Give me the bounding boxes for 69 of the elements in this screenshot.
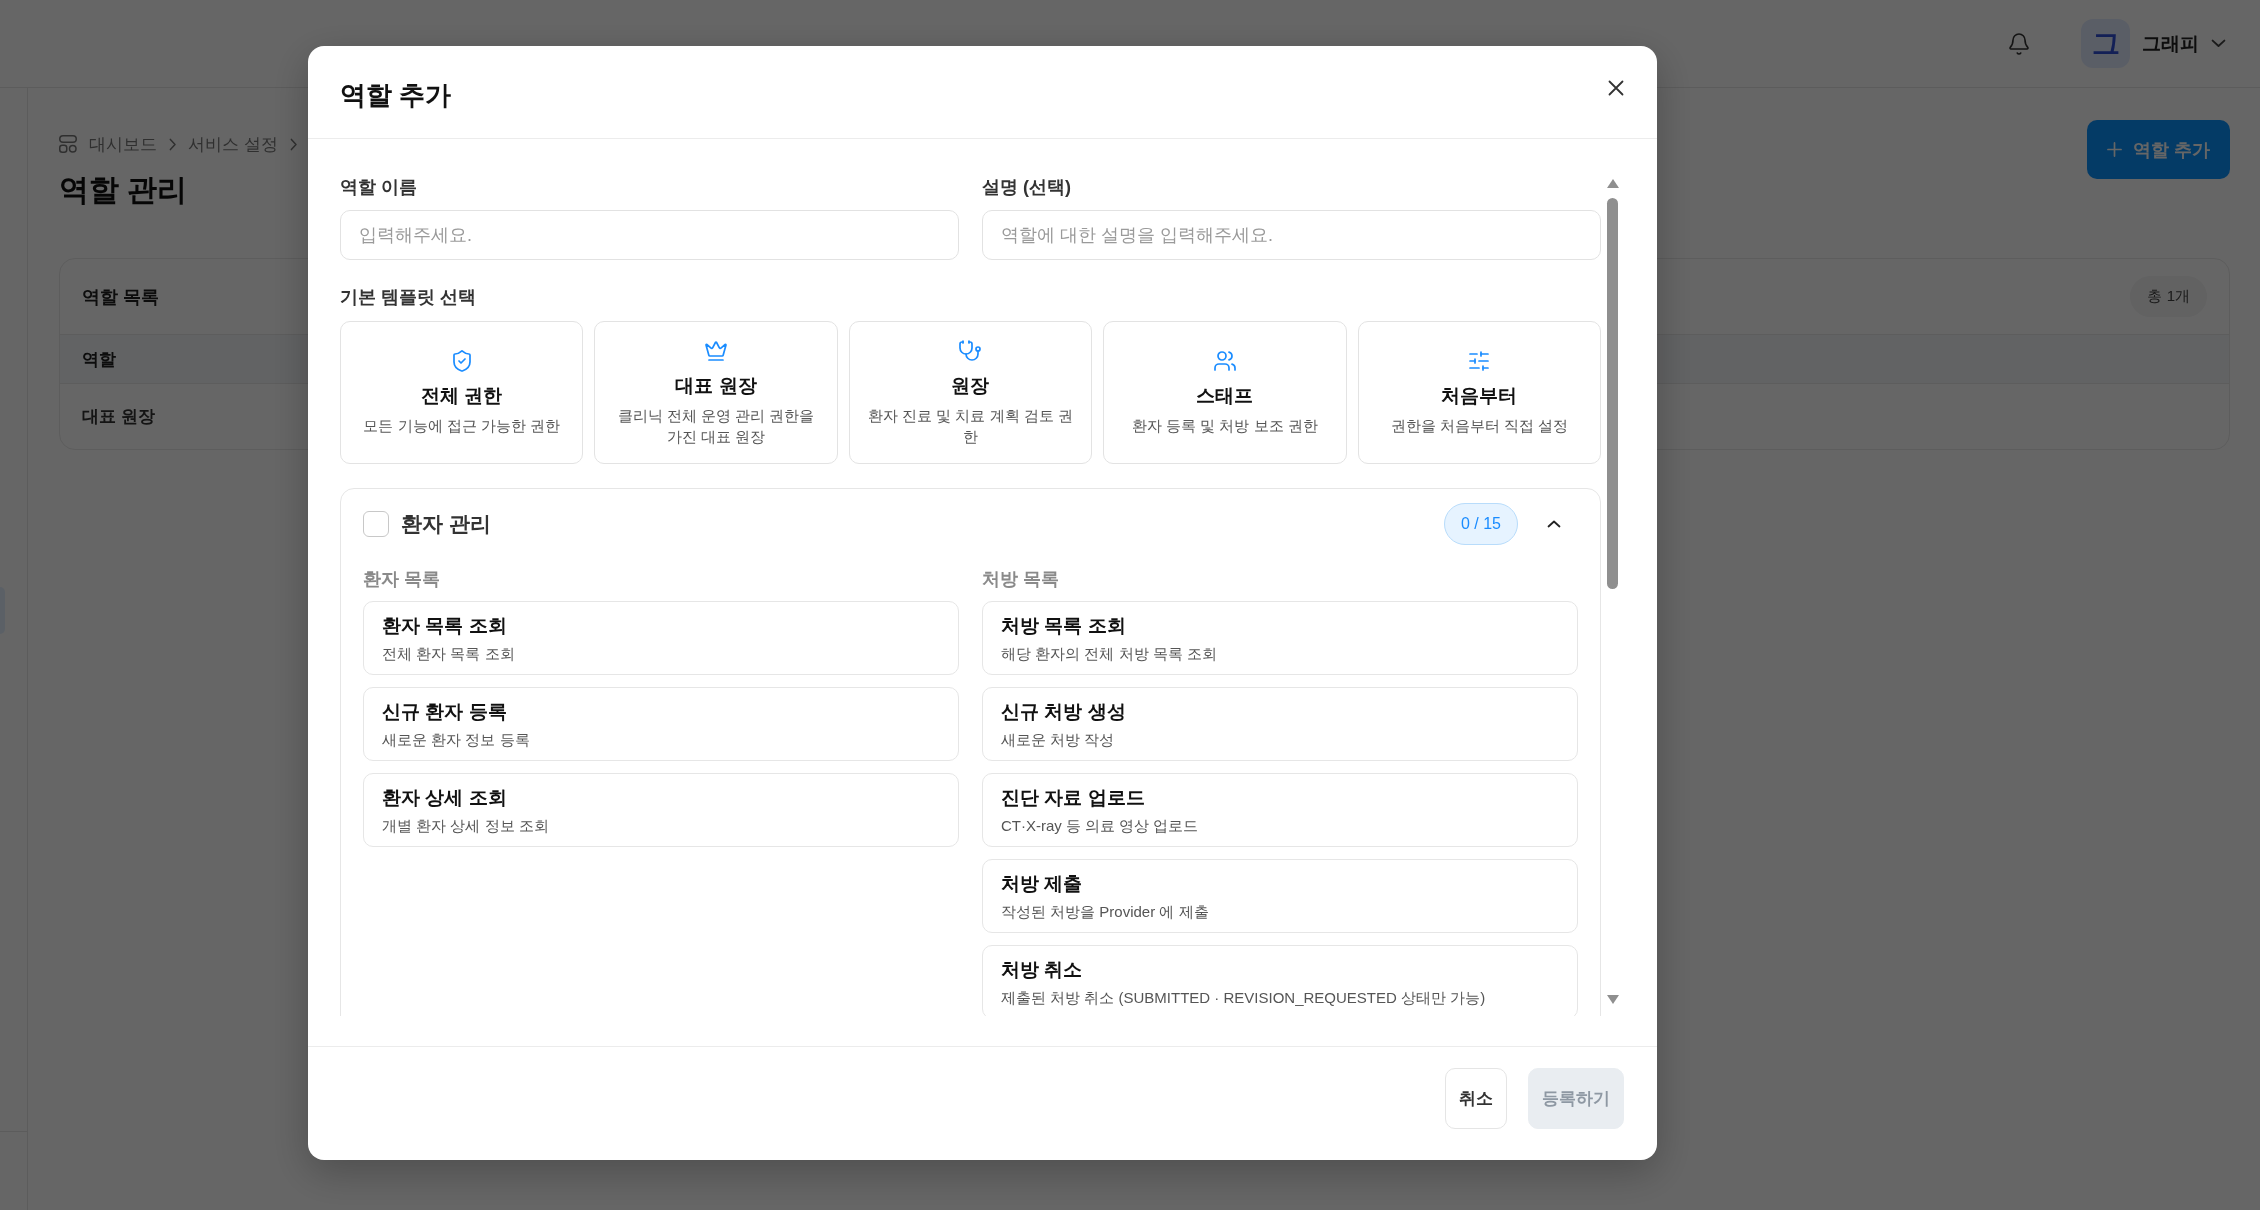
permission-item[interactable]: 처방 제출 작성된 처방을 Provider 에 제출 — [982, 859, 1578, 933]
permission-item[interactable]: 처방 취소 제출된 처방 취소 (SUBMITTED · REVISION_REQUESTED 상태만 가능) — [982, 945, 1578, 1016]
count-badge: 0 / 15 — [1443, 503, 1518, 545]
permission-description: 전체 환자 목록 조회 — [382, 644, 515, 664]
page-title: 역할 관리 — [59, 172, 189, 208]
permission-description: 새로운 처방 작성 — [1001, 730, 1115, 750]
permission-title: 신규 처방 생성 — [1001, 699, 1126, 724]
modal-title: 역할 추가 — [340, 78, 452, 112]
chevron-right-icon — [169, 137, 177, 151]
template-description: 환자 등록 및 처방 보조 권한 — [1131, 416, 1318, 436]
crown-icon — [704, 338, 729, 363]
permission-item[interactable]: 환자 상세 조회 개별 환자 상세 정보 조회 — [363, 773, 959, 847]
template-description: 환자 진료 및 치료 계획 검토 권한 — [867, 405, 1074, 447]
permission-item[interactable]: 신규 환자 등록 새로운 환자 정보 등록 — [363, 687, 959, 761]
permission-description: CT·X-ray 등 의료 영상 업로드 — [1001, 816, 1199, 836]
template-description: 권한을 처음부터 직접 설정 — [1390, 416, 1569, 436]
plus-icon — [2107, 142, 2122, 157]
chevron-up-icon — [1547, 520, 1561, 528]
cancel-button[interactable]: 취소 — [1445, 1068, 1507, 1129]
sliders-icon — [1467, 349, 1492, 373]
permission-description: 새로운 환자 정보 등록 — [382, 730, 530, 750]
permission-description: 작성된 처방을 Provider 에 제출 — [1001, 902, 1209, 922]
chevron-right-icon — [290, 137, 298, 151]
dashboard-icon — [59, 135, 77, 153]
user-avatar: 그 — [2081, 19, 2130, 68]
checkbox[interactable] — [363, 511, 389, 537]
section-label: 기본 템플릿 선택 — [340, 287, 477, 307]
template-title: 처음부터 — [1441, 384, 1518, 408]
group-title: 환자 관리 — [401, 511, 491, 537]
notification-bell-icon[interactable] — [2007, 31, 2031, 56]
field-label: 역할 이름 — [340, 177, 418, 197]
section-title: 처방 목록 — [982, 569, 1060, 589]
permission-title: 신규 환자 등록 — [382, 699, 507, 724]
permission-title: 처방 제출 — [1001, 871, 1083, 896]
permission-item[interactable]: 환자 목록 조회 전체 환자 목록 조회 — [363, 601, 959, 675]
text-input[interactable]: 입력해주세요. — [340, 210, 959, 260]
card-title: 역할 목록 — [82, 285, 159, 309]
template-title: 스태프 — [1196, 384, 1254, 408]
template-card[interactable]: 원장 환자 진료 및 치료 계획 검토 권한 — [848, 321, 1093, 464]
permission-title: 처방 취소 — [1001, 957, 1083, 982]
field-label: 설명 (선택) — [982, 177, 1072, 197]
permission-description: 제출된 처방 취소 (SUBMITTED · REVISION_REQUESTED 상태만 가능) — [1001, 988, 1486, 1008]
template-card[interactable]: 대표 원장 클리닉 전체 운영 관리 권한을 가진 대표 원장 — [594, 321, 838, 464]
permission-item[interactable]: 처방 목록 조회 해당 환자의 전체 처방 목록 조회 — [982, 601, 1578, 675]
section-title: 환자 목록 — [363, 569, 441, 589]
text-input[interactable]: 역할에 대한 설명을 입력해주세요. — [982, 210, 1601, 260]
scrollbar-thumb[interactable] — [1607, 198, 1618, 589]
scroll-down-icon[interactable] — [1606, 995, 1619, 1004]
permission-description: 해당 환자의 전체 처방 목록 조회 — [1001, 644, 1217, 664]
chevron-down-icon — [2211, 39, 2226, 48]
stethoscope-icon — [958, 338, 983, 363]
permission-item[interactable]: 신규 처방 생성 새로운 처방 작성 — [982, 687, 1578, 761]
permission-title: 환자 목록 조회 — [382, 613, 507, 638]
total-count-badge: 총 1개 — [2130, 276, 2207, 317]
permission-title: 진단 자료 업로드 — [1001, 785, 1145, 810]
scroll-up-icon[interactable] — [1606, 179, 1619, 188]
permission-title: 처방 목록 조회 — [1001, 613, 1126, 638]
template-card[interactable]: 전체 권한 모든 기능에 접근 가능한 권한 — [340, 321, 584, 464]
permission-description: 개별 환자 상세 정보 조회 — [382, 816, 549, 836]
close-icon — [1608, 80, 1624, 96]
people-icon — [1212, 349, 1237, 373]
permission-item[interactable]: 진단 자료 업로드 CT·X-ray 등 의료 영상 업로드 — [982, 773, 1578, 847]
table-cell-text: 대표 원장 — [82, 406, 155, 428]
permission-title: 환자 상세 조회 — [382, 785, 507, 810]
template-card[interactable]: 처음부터 권한을 처음부터 직접 설정 — [1357, 321, 1601, 464]
template-card[interactable]: 스태프 환자 등록 및 처방 보조 권한 — [1103, 321, 1347, 464]
template-description: 클리닉 전체 운영 관리 권한을 가진 대표 원장 — [616, 405, 816, 447]
template-description: 모든 기능에 접근 가능한 권한 — [363, 416, 561, 436]
template-title: 전체 권한 — [421, 384, 503, 408]
